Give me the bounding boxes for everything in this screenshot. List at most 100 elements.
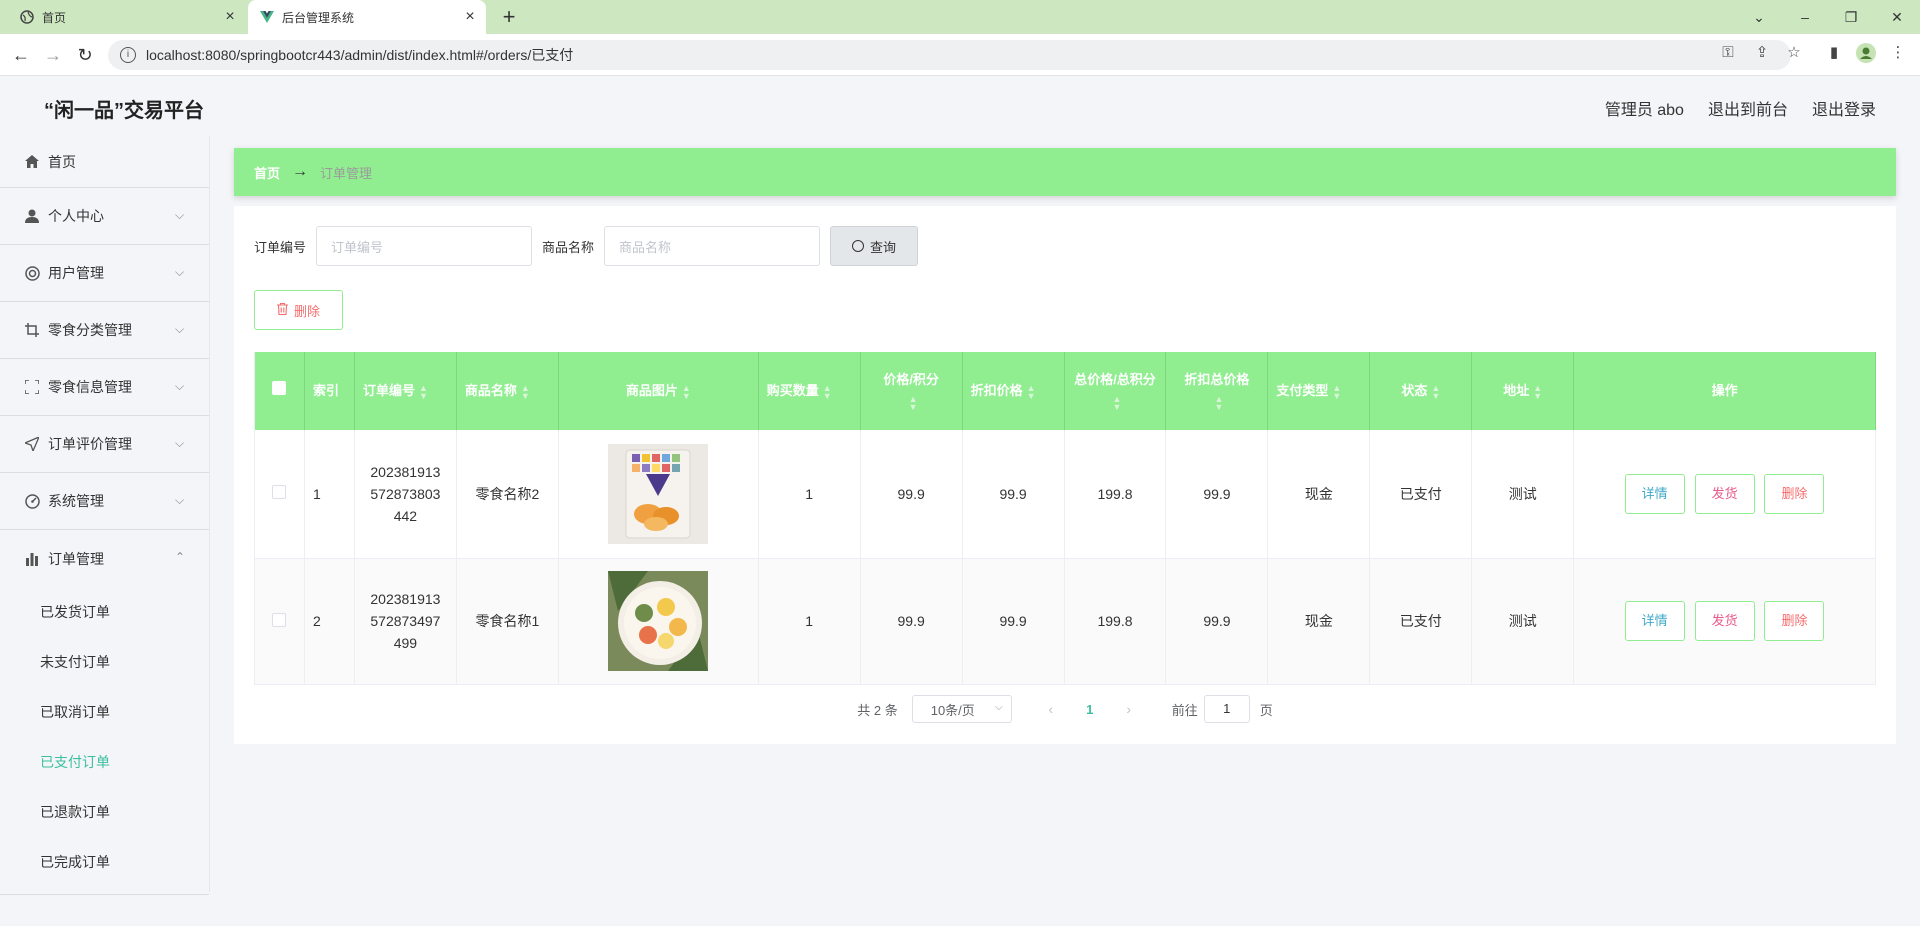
back-icon[interactable]: ←: [10, 44, 32, 66]
goods-name-input[interactable]: 商品名称: [604, 226, 821, 266]
next-page-icon[interactable]: ›: [1114, 701, 1144, 717]
profile-avatar-icon[interactable]: [1856, 43, 1876, 63]
forward-icon[interactable]: →: [42, 44, 64, 66]
total-cell: 199.8: [1064, 558, 1167, 685]
breadcrumb-home[interactable]: 首页: [254, 163, 280, 182]
key-icon[interactable]: ⚿: [1718, 43, 1738, 63]
column-header[interactable]: 支付类型 ▲ ▼: [1267, 352, 1371, 430]
status-cell: 已支付: [1369, 430, 1473, 559]
goto-page-input[interactable]: 1: [1203, 695, 1250, 723]
sidebar-subitem-cancelled[interactable]: 已取消订单: [0, 687, 209, 737]
order-no-input[interactable]: 订单编号: [316, 226, 533, 266]
sort-icon[interactable]: ▲ ▼: [521, 383, 530, 400]
goods-image-cell: [558, 558, 759, 685]
column-header[interactable]: 订单编号 ▲ ▼: [354, 352, 457, 430]
column-header[interactable]: 价格/积分 ▲ ▼: [860, 352, 963, 430]
browser-tab-label: 后台管理系统: [282, 10, 355, 25]
detail-button[interactable]: 详情: [1624, 473, 1685, 514]
sort-icon[interactable]: ▲ ▼: [1431, 383, 1440, 400]
column-header[interactable]: 折扣价格 ▲ ▼: [962, 352, 1065, 430]
sort-icon[interactable]: ▲ ▼: [1113, 394, 1122, 411]
row-checkbox[interactable]: [272, 612, 287, 627]
app-header: “闲一品”交易平台 管理员 abo 退出到前台 退出登录: [0, 76, 1920, 136]
browser-tab-admin[interactable]: 后台管理系统 ×: [248, 0, 486, 34]
sidebar-item-order-review[interactable]: 订单评价管理 ⌵: [0, 416, 209, 473]
sidebar-item-system[interactable]: 系统管理 ⌵: [0, 473, 209, 530]
delete-button[interactable]: 删除: [1764, 601, 1825, 641]
info-icon[interactable]: i: [120, 47, 136, 63]
total-cell: 199.8: [1064, 430, 1167, 559]
sort-icon[interactable]: ▲ ▼: [1214, 394, 1223, 411]
prev-page-icon[interactable]: ‹: [1036, 701, 1066, 717]
column-header: 操作: [1573, 352, 1876, 430]
restore-icon[interactable]: ❐: [1840, 6, 1862, 28]
exit-to-front-link[interactable]: 退出到前台: [1708, 96, 1788, 120]
sidebar-subitem-shipped[interactable]: 已发货订单: [0, 587, 209, 637]
more-menu-icon[interactable]: ⋮: [1888, 43, 1908, 63]
column-header[interactable]: 商品图片 ▲ ▼: [558, 352, 759, 430]
sidebar-item-snack-category[interactable]: 零食分类管理 ⌵: [0, 302, 209, 359]
sidebar-item-label: 零食分类管理: [48, 322, 132, 338]
url-text: localhost:8080/springbootcr443/admin/dis…: [146, 47, 574, 63]
minimize-icon[interactable]: –: [1794, 6, 1816, 28]
sidebar-item-label: 首页: [48, 153, 76, 170]
sort-icon[interactable]: ▲ ▼: [1027, 383, 1036, 400]
column-header[interactable]: 状态 ▲ ▼: [1369, 352, 1473, 430]
trash-icon: [276, 302, 288, 318]
close-icon[interactable]: ×: [462, 9, 478, 25]
new-tab-icon[interactable]: +: [498, 6, 520, 28]
close-window-icon[interactable]: ✕: [1886, 6, 1908, 28]
share-icon[interactable]: ⇪: [1752, 43, 1772, 63]
batch-delete-button[interactable]: 删除: [254, 290, 343, 330]
page-size-select[interactable]: 10条/页 ⌵: [911, 695, 1012, 723]
sort-icon[interactable]: ▲ ▼: [419, 383, 428, 400]
ship-button[interactable]: 发货: [1694, 601, 1755, 641]
goto-label: 前往: [1171, 702, 1198, 718]
sort-icon[interactable]: ▲ ▼: [1533, 383, 1542, 400]
column-header[interactable]: 商品名称 ▲ ▼: [456, 352, 559, 430]
detail-button[interactable]: 详情: [1624, 601, 1685, 641]
sidebar-subitem-completed[interactable]: 已完成订单: [0, 837, 209, 887]
sidebar-subitem-unpaid[interactable]: 未支付订单: [0, 637, 209, 687]
column-header[interactable]: 折扣总价格 ▲ ▼: [1165, 352, 1269, 430]
star-icon[interactable]: ☆: [1784, 43, 1804, 63]
table-row: 1 202381913 572873803 442 零食名称2 1 99.9 9…: [254, 430, 1876, 559]
query-button[interactable]: 查询: [830, 226, 919, 266]
sidebar-item-home[interactable]: 首页: [0, 136, 209, 188]
sidebar-item-personal[interactable]: 个人中心 ⌵: [0, 188, 209, 245]
price-cell: 99.9: [860, 430, 963, 559]
sort-icon[interactable]: ▲ ▼: [909, 394, 918, 411]
chevron-down-icon[interactable]: ⌄: [1748, 6, 1770, 28]
row-checkbox[interactable]: [272, 485, 287, 500]
sidebar-item-orders[interactable]: 订单管理 ⌃: [0, 530, 209, 587]
order-no-cell: 202381913 572873497 499: [354, 558, 457, 685]
sidebar-toggle-icon[interactable]: ▮: [1824, 43, 1844, 63]
users-icon: [24, 265, 40, 281]
column-header[interactable]: 购买数量 ▲ ▼: [758, 352, 861, 430]
breadcrumb: 首页 → 订单管理: [234, 148, 1896, 196]
sort-icon[interactable]: ▲ ▼: [1332, 383, 1341, 400]
goods-image[interactable]: [608, 443, 709, 544]
browser-tab-home[interactable]: 首页 ×: [0, 0, 246, 34]
url-field[interactable]: i localhost:8080/springbootcr443/admin/d…: [108, 40, 1791, 70]
sidebar-item-users[interactable]: 用户管理 ⌵: [0, 245, 209, 302]
column-header[interactable]: 总价格/总积分▲ ▼: [1064, 352, 1167, 430]
goods-image[interactable]: [608, 571, 709, 671]
chevron-up-icon: ⌃: [175, 550, 186, 564]
select-all-checkbox[interactable]: [272, 381, 287, 395]
page-number[interactable]: 1: [1066, 702, 1114, 717]
sort-icon[interactable]: ▲ ▼: [682, 383, 691, 400]
sidebar-subitem-refunded[interactable]: 已退款订单: [0, 787, 209, 837]
close-icon[interactable]: ×: [222, 9, 238, 25]
ship-button[interactable]: 发货: [1694, 473, 1755, 514]
goods-name-cell: 零食名称2: [456, 430, 559, 559]
column-header[interactable]: 地址 ▲ ▼: [1471, 352, 1575, 430]
reload-icon[interactable]: ↻: [74, 44, 96, 66]
delete-button[interactable]: 删除: [1764, 473, 1825, 514]
sidebar-subitem-paid[interactable]: 已支付订单: [0, 737, 209, 787]
arrow-right-icon: →: [292, 163, 309, 180]
sidebar-item-snack-info[interactable]: 零食信息管理 ⌵: [0, 359, 209, 416]
send-icon: [24, 436, 40, 452]
logout-link[interactable]: 退出登录: [1812, 96, 1876, 120]
sort-icon[interactable]: ▲ ▼: [823, 383, 832, 400]
